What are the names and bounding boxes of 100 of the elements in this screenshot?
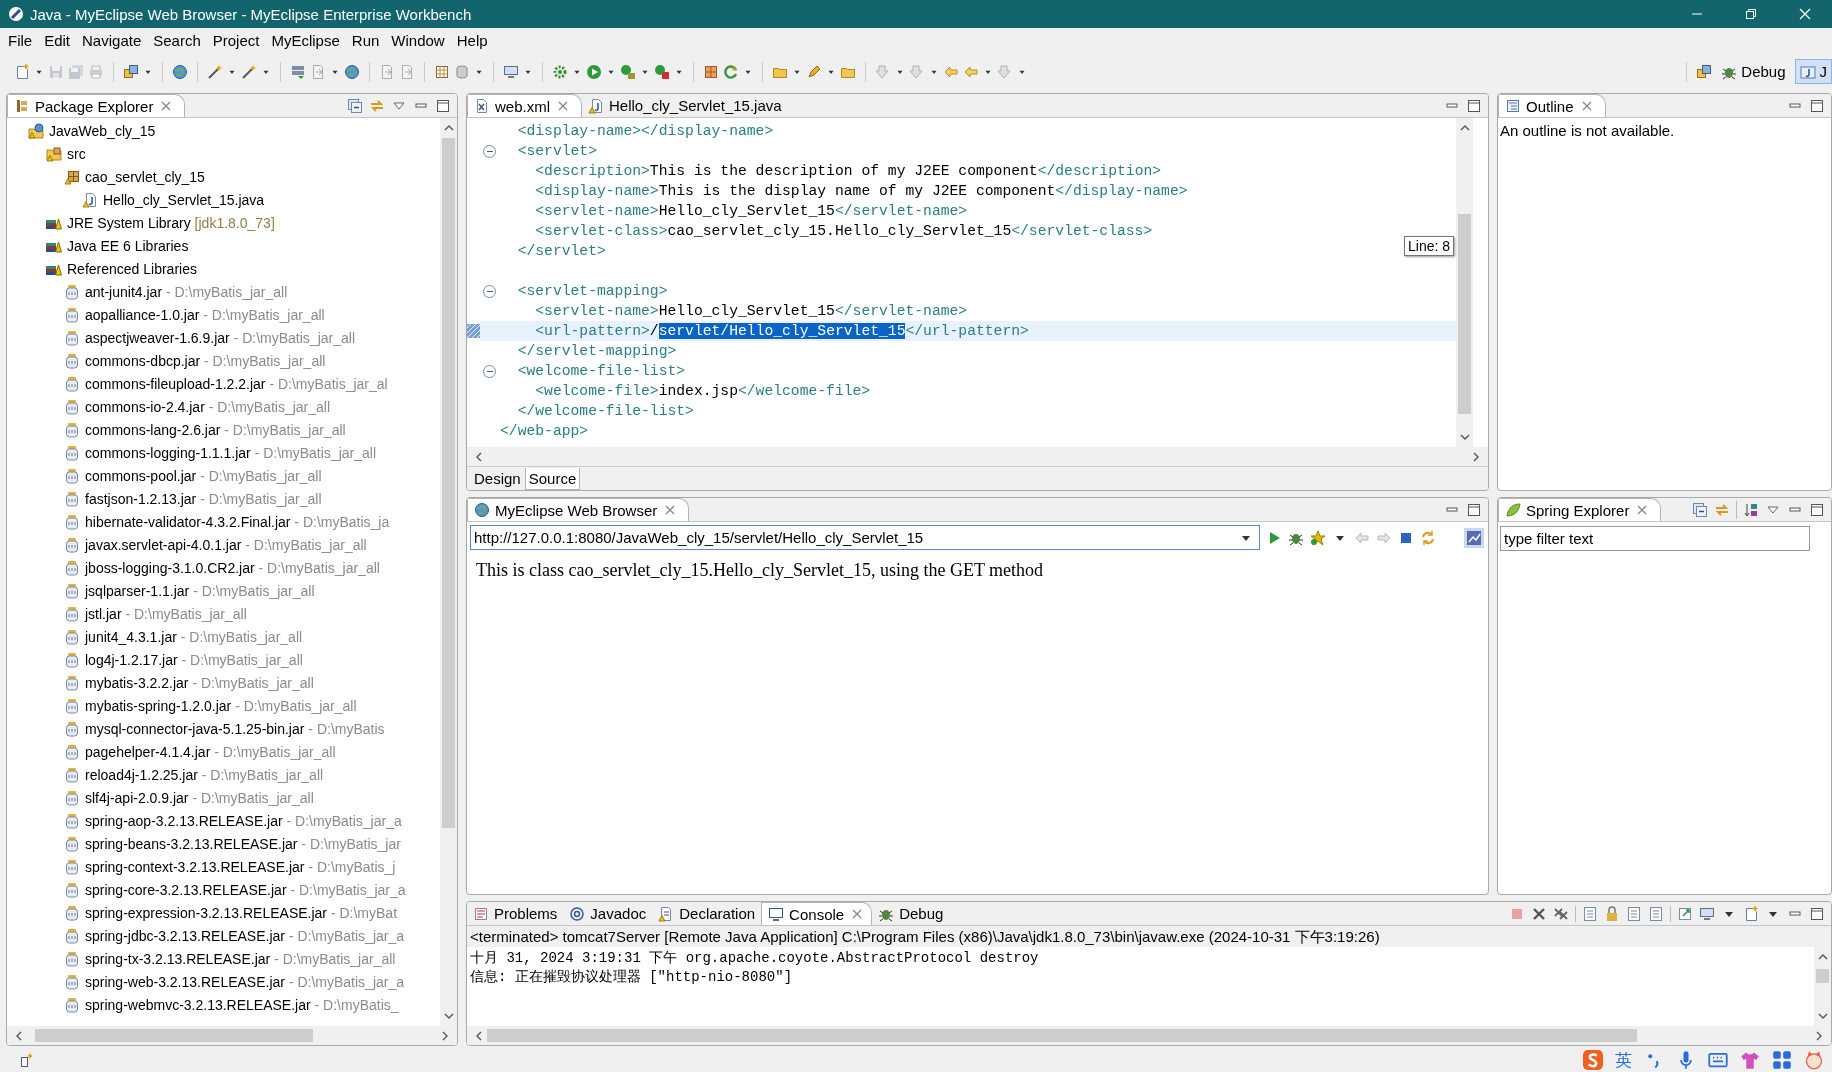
tree-item[interactable]: reload4j-1.2.25.jar - D:\myBatis_jar_all	[7, 763, 440, 786]
perspective-button[interactable]: Debug	[1716, 59, 1791, 84]
apps-icon[interactable]	[1772, 1050, 1792, 1070]
view-tab[interactable]: Outline	[1498, 94, 1606, 117]
cat-icon[interactable]	[1804, 1050, 1824, 1070]
table-icon[interactable]	[434, 63, 450, 80]
sort-icon[interactable]	[1743, 501, 1759, 518]
collapse-all-icon[interactable]	[347, 97, 363, 114]
tree-item[interactable]: jstl.jar - D:\myBatis_jar_all	[7, 602, 440, 625]
chart-icon[interactable]	[1466, 529, 1482, 546]
tree-item[interactable]: mysql-connector-java-5.1.25-bin.jar - D:\myBatis	[7, 717, 440, 740]
tree-item[interactable]: commons-logging-1.1.1.jar - D:\myBatis_jar_all	[7, 441, 440, 464]
maximize-icon[interactable]	[435, 97, 451, 114]
wand-icon[interactable]	[207, 63, 223, 80]
tree-item[interactable]: jsqlparser-1.1.jar - D:\myBatis_jar_all	[7, 579, 440, 602]
tree-item[interactable]: src	[7, 142, 440, 165]
remove-all-icon[interactable]	[1553, 905, 1569, 922]
tree-item[interactable]: aspectjweaver-1.6.9.jar - D:\myBatis_jar_all	[7, 326, 440, 349]
keyboard-icon[interactable]	[1708, 1050, 1728, 1070]
globe-icon[interactable]	[172, 63, 188, 80]
globe-icon[interactable]	[344, 63, 360, 80]
view-tab[interactable]: Spring Explorer	[1498, 498, 1662, 521]
menu-item[interactable]: MyEclipse	[265, 30, 346, 51]
scrollbar-thumb[interactable]	[1458, 214, 1471, 414]
editor-tab[interactable]: web.xml	[467, 94, 582, 117]
tree-item[interactable]: spring-web-3.2.13.RELEASE.jar - D:\myBatis_jar_a	[7, 970, 440, 993]
star-icon[interactable]	[1310, 529, 1326, 546]
tree-item[interactable]: commons-fileupload-1.2.2.jar - D:\myBatis_jar_al	[7, 372, 440, 395]
restore-button[interactable]	[1743, 6, 1759, 22]
view-tab[interactable]: Package Explorer	[7, 94, 186, 117]
package-icon[interactable]	[703, 63, 719, 80]
tree-item[interactable]: fastjson-1.2.13.jar - D:\myBatis_jar_all	[7, 487, 440, 510]
new-item-icon[interactable]	[18, 1052, 34, 1068]
maximize-icon[interactable]	[1466, 97, 1482, 114]
scrollbar[interactable]	[440, 118, 457, 1026]
maximize-icon[interactable]	[1466, 501, 1482, 518]
tree-item[interactable]: spring-context-3.2.13.RELEASE.jar - D:\myBatis_j	[7, 855, 440, 878]
tree-item[interactable]: spring-jdbc-3.2.13.RELEASE.jar - D:\myBatis_jar_a	[7, 924, 440, 947]
show-console-icon[interactable]	[1648, 905, 1664, 922]
tree-item[interactable]: commons-io-2.4.jar - D:\myBatis_jar_all	[7, 395, 440, 418]
tree-item[interactable]: mybatis-3.2.2.jar - D:\myBatis_jar_all	[7, 671, 440, 694]
tree-item[interactable]: junit4_4.3.1.jar - D:\myBatis_jar_all	[7, 625, 440, 648]
tree-item[interactable]: aopalliance-1.0.jar - D:\myBatis_jar_all	[7, 303, 440, 326]
refresh-icon[interactable]	[1420, 529, 1436, 546]
tree-item[interactable]: JRE System Library [jdk1.8.0_73]	[7, 211, 440, 234]
shirt-icon[interactable]	[1740, 1050, 1760, 1070]
tree-item[interactable]: Hello_cly_Servlet_15.java	[7, 188, 440, 211]
menu-item[interactable]: Navigate	[76, 30, 148, 51]
scrollbar[interactable]	[467, 447, 1488, 466]
monitor-icon[interactable]	[503, 63, 519, 80]
maximize-icon[interactable]	[1809, 97, 1825, 114]
tree-item[interactable]: JavaWeb_cly_15	[7, 119, 440, 142]
menu-item[interactable]: Project	[206, 30, 266, 51]
server-icon[interactable]	[290, 63, 306, 80]
scroll-lock-icon[interactable]	[1604, 905, 1620, 922]
menu-item[interactable]: Search	[147, 30, 207, 51]
tree-item[interactable]: spring-core-3.2.13.RELEASE.jar - D:\myBatis_jar_a	[7, 878, 440, 901]
maximize-icon[interactable]	[1809, 501, 1825, 518]
menu-item[interactable]: Edit	[38, 30, 77, 51]
new-file-icon[interactable]	[14, 63, 30, 80]
run-icon[interactable]	[654, 63, 670, 80]
collapse-all-icon[interactable]	[1692, 501, 1708, 518]
menu-item[interactable]: Run	[345, 30, 386, 51]
tree-item[interactable]: cao_servlet_cly_15	[7, 165, 440, 188]
word-wrap-icon[interactable]	[1626, 905, 1642, 922]
gear-icon[interactable]	[552, 63, 568, 80]
clear-console-icon[interactable]	[1582, 905, 1598, 922]
remove-icon[interactable]	[1531, 905, 1547, 922]
scrollbar[interactable]	[1456, 118, 1473, 447]
menu-item[interactable]: Window	[385, 30, 451, 51]
tree-item[interactable]: mybatis-spring-1.2.0.jar - D:\myBatis_jar_all	[7, 694, 440, 717]
boxes-icon[interactable]	[123, 63, 139, 80]
tree-item[interactable]: spring-webmvc-3.2.13.RELEASE.jar - D:\myBatis_	[7, 993, 440, 1016]
maximize-icon[interactable]	[1809, 905, 1825, 922]
tree-item[interactable]: javax.servlet-api-4.0.1.jar - D:\myBatis_jar_all	[7, 533, 440, 556]
close-button[interactable]	[1797, 6, 1813, 22]
tree-item[interactable]: Java EE 6 Libraries	[7, 234, 440, 257]
run-icon[interactable]	[586, 63, 602, 80]
tree-item[interactable]: spring-beans-3.2.13.RELEASE.jar - D:\myBatis_jar	[7, 832, 440, 855]
filter-field[interactable]: type filter text	[1500, 526, 1810, 551]
editor-mode-tab[interactable]: Source	[524, 468, 581, 490]
tree-item[interactable]: ant-junit4.jar - D:\myBatis_jar_all	[7, 280, 440, 303]
tree-item[interactable]: spring-aop-3.2.13.RELEASE.jar - D:\myBatis_jar_a	[7, 809, 440, 832]
tree-item[interactable]: spring-tx-3.2.13.RELEASE.jar - D:\myBatis_jar_all	[7, 947, 440, 970]
tree-item[interactable]: Referenced Libraries	[7, 257, 440, 280]
view-tab[interactable]: MyEclipse Web Browser	[467, 498, 690, 521]
open-perspective-icon[interactable]	[1696, 63, 1713, 80]
view-tab[interactable]: Console	[761, 902, 873, 925]
tree-item[interactable]: log4j-1.2.17.jar - D:\myBatis_jar_all	[7, 648, 440, 671]
input-language[interactable]: 英	[1615, 1048, 1632, 1072]
perspective-button[interactable]: J	[1794, 59, 1832, 84]
tree-item[interactable]: spring-expression-3.2.13.RELEASE.jar - D:\myBat	[7, 901, 440, 924]
input-method-icon[interactable]	[1583, 1050, 1603, 1070]
tree-item[interactable]: commons-dbcp.jar - D:\myBatis_jar_all	[7, 349, 440, 372]
scrollbar-thumb[interactable]	[1816, 969, 1829, 983]
scrollbar-thumb[interactable]	[442, 138, 455, 828]
wand-icon[interactable]	[241, 63, 257, 80]
scrollbar[interactable]	[7, 1026, 457, 1045]
tree-item[interactable]: commons-pool.jar - D:\myBatis_jar_all	[7, 464, 440, 487]
tree-item[interactable]: commons-lang-2.6.jar - D:\myBatis_jar_all	[7, 418, 440, 441]
